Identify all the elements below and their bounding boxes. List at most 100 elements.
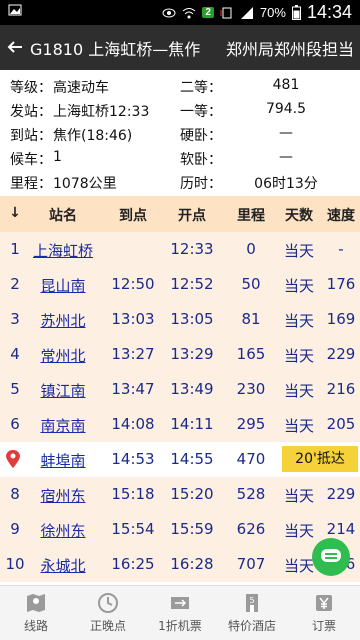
arrive-time: 13:27: [111, 345, 155, 363]
arrive-time: 13:47: [111, 380, 155, 398]
chat-icon: [321, 549, 341, 562]
info-key: 候车：: [10, 152, 52, 168]
arrive-column-header: 到点: [119, 208, 147, 224]
speed-column-header: 速度: [327, 208, 355, 224]
eye-icon: [162, 8, 176, 17]
tab-label: 1折机票: [158, 619, 202, 633]
arrive-time: 14:08: [111, 415, 155, 433]
info-row: 里程： 1078公里 历时： 06时13分: [0, 170, 360, 194]
arrive-time: 15:54: [111, 520, 155, 538]
depart-column-header: 开点: [178, 208, 206, 224]
info-key: 等级：: [10, 80, 52, 96]
table-row-current[interactable]: 蚌埠南 14:53 14:55 470 20'抵达: [0, 442, 360, 477]
table-row[interactable]: 6 南京南 14:08 14:11 295 当天 205: [0, 407, 360, 442]
station-link[interactable]: 苏州北: [30, 310, 96, 331]
bottom-tab-bar: 线路 正晚点 1折机票 5 特价酒店 订票: [0, 585, 360, 640]
mileage: 81: [241, 310, 261, 328]
station-link[interactable]: 上海虹桥: [30, 240, 96, 261]
day-column-header: 天数: [285, 208, 313, 224]
arrive-time: 14:53: [111, 450, 155, 468]
table-row[interactable]: 10 永城北 16:25 16:28 707 当天 186: [0, 547, 360, 582]
day: 当天: [283, 347, 314, 365]
info-key: 里程：: [10, 176, 52, 192]
table-row[interactable]: 5 镇江南 13:47 13:49 230 当天 216: [0, 372, 360, 407]
station-link[interactable]: 南京南: [30, 415, 96, 436]
depart-time: 14:11: [170, 415, 214, 433]
info-row: 等级： 高速动车 二等： 481: [0, 74, 360, 98]
tab-label: 特价酒店: [227, 619, 276, 633]
tab-route[interactable]: 线路: [0, 586, 72, 640]
mileage: 230: [236, 380, 266, 398]
arrive-time: 16:25: [111, 555, 155, 573]
table-header: ↓ 站名 到点 开点 里程 天数 速度: [0, 196, 360, 232]
back-button[interactable]: [0, 36, 30, 60]
info-key: 软卧：: [180, 152, 222, 168]
sim-badge: 2: [202, 7, 214, 18]
svg-text:5: 5: [249, 596, 254, 605]
tab-label: 订票: [311, 619, 336, 633]
day: 当天: [283, 487, 314, 505]
info-key: 硬卧：: [180, 128, 222, 144]
train-info: 等级： 高速动车 二等： 481 发站： 上海虹桥12:33 一等： 794.5…: [0, 70, 360, 194]
battery-percent: 70%: [259, 5, 286, 20]
speed: 216: [326, 380, 356, 398]
tab-hotel-deals[interactable]: 5 特价酒店: [216, 586, 288, 640]
table-row[interactable]: 2 昆山南 12:50 12:52 50 当天 176: [0, 267, 360, 302]
table-row[interactable]: 3 苏州北 13:03 13:05 81 当天 169: [0, 302, 360, 337]
battery-icon: [291, 5, 301, 20]
station-link[interactable]: 蚌埠南: [30, 450, 96, 471]
info-value: —: [279, 125, 293, 141]
mileage: 0: [246, 240, 256, 258]
table-row[interactable]: 9 徐州东 15:54 15:59 626 当天 214: [0, 512, 360, 547]
info-value: 高速动车: [53, 80, 109, 96]
sort-column-header[interactable]: ↓: [0, 205, 30, 221]
arrive-time: 13:03: [111, 310, 155, 328]
depart-time: 16:28: [170, 555, 214, 573]
depart-time: 15:20: [170, 485, 214, 503]
tab-label: 正晚点: [89, 619, 126, 633]
ticket-icon: [171, 597, 189, 609]
info-key: 到站：: [10, 128, 52, 144]
speed: 169: [326, 310, 356, 328]
hotel-icon: 5: [246, 594, 258, 612]
vibrate-icon: [220, 7, 232, 18]
station-link[interactable]: 昆山南: [30, 275, 96, 296]
wifi-icon: [183, 7, 196, 18]
tab-label: 线路: [23, 619, 48, 633]
depart-time: 13:05: [170, 310, 214, 328]
stop-index: 5: [10, 380, 20, 398]
mileage-column-header: 里程: [237, 208, 265, 224]
speed: 214: [326, 520, 356, 538]
table-row[interactable]: 8 宿州东 15:18 15:20 528 当天 229: [0, 477, 360, 512]
stop-index: 9: [10, 520, 20, 538]
stop-index: 4: [10, 345, 20, 363]
duty-bureau: 郑州局郑州段担当: [225, 39, 354, 59]
tab-booking[interactable]: 订票: [288, 586, 360, 640]
day: 当天: [283, 522, 314, 540]
tab-on-time[interactable]: 正晚点: [72, 586, 144, 640]
chat-fab-button[interactable]: [312, 538, 350, 576]
map-icon: [27, 594, 45, 612]
mileage: 707: [236, 555, 266, 573]
station-link[interactable]: 镇江南: [30, 380, 96, 401]
clock-time: 14:34: [306, 2, 352, 22]
day: 当天: [283, 312, 314, 330]
depart-time: 12:52: [170, 275, 214, 293]
station-link[interactable]: 常州北: [30, 345, 96, 366]
info-key: 发站：: [10, 104, 52, 120]
station-link[interactable]: 宿州东: [30, 485, 96, 506]
top-bar: G1810 上海虹桥—焦作 郑州局郑州段担当: [0, 25, 360, 70]
stop-index: 6: [10, 415, 20, 433]
station-link[interactable]: 徐州东: [30, 520, 96, 541]
info-value: 06时13分: [254, 176, 318, 192]
info-row: 发站： 上海虹桥12:33 一等： 794.5: [0, 98, 360, 122]
depart-time: 15:59: [170, 520, 214, 538]
location-pin-icon: [6, 450, 20, 468]
speed: -: [338, 240, 344, 258]
table-row[interactable]: 4 常州北 13:27 13:29 165 当天 229: [0, 337, 360, 372]
tab-flight-deals[interactable]: 1折机票: [144, 586, 216, 640]
station-link[interactable]: 永城北: [30, 555, 96, 576]
table-row[interactable]: 1 上海虹桥 12:33 0 当天 -: [0, 232, 360, 267]
stop-index: 8: [10, 485, 20, 503]
speed: 205: [326, 415, 356, 433]
